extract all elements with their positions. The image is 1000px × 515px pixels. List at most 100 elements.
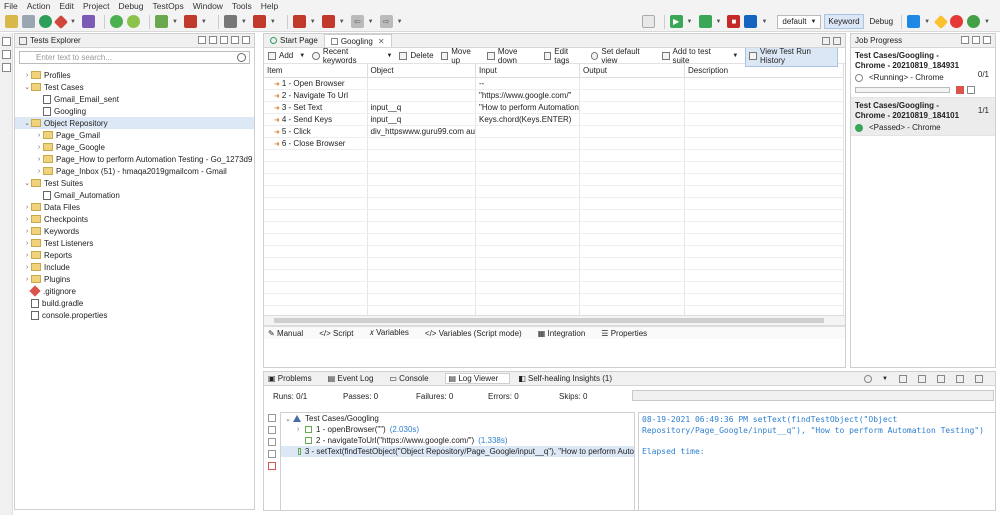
table-cell-description[interactable] — [684, 293, 844, 306]
expand-icon[interactable] — [268, 414, 276, 422]
job-item-running[interactable]: Test Cases/Googling - Chrome - 20210819_… — [851, 48, 995, 98]
table-row[interactable] — [264, 233, 844, 246]
table-cell-item[interactable] — [264, 221, 368, 234]
table-cell-item[interactable] — [264, 149, 368, 162]
tab-log-viewer[interactable]: ▤ Log Viewer — [444, 373, 511, 384]
katalon-logo-icon[interactable] — [39, 15, 52, 28]
keyword-mode-button[interactable]: Keyword — [824, 14, 864, 29]
menu-tools[interactable]: Tools — [232, 1, 252, 11]
pin-icon[interactable] — [937, 375, 945, 383]
table-row[interactable] — [264, 245, 844, 258]
chevron-down-icon[interactable]: ⌄ — [23, 119, 31, 127]
table-cell-input[interactable] — [475, 149, 580, 162]
table-cell-input[interactable] — [475, 209, 580, 222]
tree-item[interactable]: ⌄ Test Suites — [15, 177, 254, 189]
tree-item[interactable]: Gmail_Automation — [15, 189, 254, 201]
log-tree-item[interactable]: ⌄ Test Cases/Googling — [281, 413, 634, 424]
table-cell-object[interactable] — [367, 185, 476, 198]
minimize-icon[interactable] — [956, 375, 964, 383]
panel-icon[interactable] — [2, 63, 11, 72]
search-input[interactable]: Enter text to search... — [19, 51, 250, 64]
table-cell-output[interactable] — [579, 221, 685, 234]
chevron-down-icon[interactable]: ▼ — [397, 19, 403, 25]
chevron-down-icon[interactable]: ▼ — [732, 53, 738, 59]
table-cell-output[interactable] — [579, 185, 685, 198]
horizontal-scrollbar[interactable] — [264, 315, 845, 325]
table-cell-object[interactable] — [367, 221, 476, 234]
collapse-all-icon[interactable] — [198, 36, 206, 44]
chevron-right-icon[interactable]: › — [23, 252, 31, 259]
chevron-down-icon[interactable]: ▼ — [761, 19, 767, 25]
debug-mode-button[interactable]: Debug — [867, 14, 897, 29]
table-cell-output[interactable] — [579, 173, 685, 186]
chevron-down-icon[interactable]: ▼ — [386, 53, 392, 59]
maximize-icon[interactable] — [983, 36, 991, 44]
table-cell-input[interactable] — [475, 185, 580, 198]
run-icon[interactable]: ▶ — [669, 15, 683, 28]
table-cell-description[interactable] — [684, 149, 844, 162]
tree-item[interactable]: › Reports — [15, 249, 254, 261]
table-cell-description[interactable] — [684, 89, 844, 102]
tab-properties[interactable]: ☰ Properties — [601, 329, 655, 338]
table-row[interactable] — [264, 173, 844, 186]
filter-icon[interactable] — [268, 438, 276, 446]
menu-edit[interactable]: Edit — [59, 1, 74, 11]
edit-tags-button[interactable]: Edit tags — [543, 47, 584, 65]
chevron-down-icon[interactable]: ▼ — [299, 53, 305, 59]
chevron-down-icon[interactable]: ▼ — [201, 19, 207, 25]
table-cell-object[interactable] — [367, 269, 476, 282]
chevron-right-icon[interactable]: › — [297, 426, 305, 433]
table-cell-object[interactable] — [367, 209, 476, 222]
tree-item[interactable]: console.properties — [15, 309, 254, 321]
tab-integration[interactable]: ▦ Integration — [538, 329, 594, 338]
table-row[interactable] — [264, 257, 844, 270]
scrollbar-thumb[interactable] — [274, 318, 824, 323]
table-cell-object[interactable]: input__q — [367, 113, 476, 126]
maximize-icon[interactable] — [833, 37, 841, 45]
job-item-passed[interactable]: Test Cases/Googling - Chrome - 20210819_… — [851, 98, 995, 136]
table-cell-description[interactable] — [684, 245, 844, 258]
table-cell-description[interactable] — [684, 197, 844, 210]
table-cell-object[interactable] — [367, 245, 476, 258]
table-cell-description[interactable] — [684, 161, 844, 174]
restore-icon[interactable] — [2, 37, 11, 46]
record-mobile-icon[interactable] — [292, 15, 306, 28]
recent-keywords-button[interactable]: Recent keywords ▼ — [312, 47, 392, 65]
tree-item[interactable]: ⌄ Test Cases — [15, 81, 254, 93]
terminate-icon[interactable] — [641, 15, 655, 28]
column-header-output[interactable]: Output — [579, 64, 685, 78]
table-cell-description[interactable] — [684, 125, 844, 138]
tree-item[interactable]: › Page_How to perform Automation Testing … — [15, 153, 254, 165]
table-cell-item[interactable] — [264, 173, 368, 186]
table-cell-input[interactable] — [475, 245, 580, 258]
table-row[interactable] — [264, 281, 844, 294]
chevron-down-icon[interactable]: ⌄ — [23, 179, 31, 187]
tree-item[interactable]: › Test Listeners — [15, 237, 254, 249]
tree-item[interactable]: › Checkpoints — [15, 213, 254, 225]
collapse-icon[interactable] — [268, 426, 276, 434]
table-cell-output[interactable] — [579, 89, 685, 102]
column-header-description[interactable]: Description — [684, 64, 844, 78]
clear-icon[interactable] — [961, 36, 969, 44]
column-header-input[interactable]: Input — [475, 64, 580, 78]
menu-file[interactable]: File — [4, 1, 18, 11]
table-cell-output[interactable] — [579, 101, 685, 114]
table-cell-object[interactable]: div_httpswww.guru99.com au — [367, 125, 476, 138]
tree-item[interactable]: build.gradle — [15, 297, 254, 309]
lock-icon[interactable] — [918, 375, 926, 383]
chevron-right-icon[interactable]: › — [23, 204, 31, 211]
chevron-down-icon[interactable]: ▼ — [270, 19, 276, 25]
add-button[interactable]: Add ▼ — [268, 51, 305, 60]
table-cell-item[interactable]: ➜ 6 - Close Browser — [264, 137, 368, 150]
tab-self-healing[interactable]: ◧ Self-healing Insights (1) — [518, 374, 620, 383]
plugin-icon[interactable] — [81, 15, 95, 28]
table-cell-object[interactable] — [367, 257, 476, 270]
table-cell-description[interactable] — [684, 281, 844, 294]
panel-icon[interactable] — [2, 50, 11, 59]
tab-script[interactable]: </> Script — [319, 329, 361, 338]
chevron-down-icon[interactable]: ⌄ — [23, 83, 31, 91]
chevron-right-icon[interactable]: › — [23, 72, 31, 79]
stop-job-icon[interactable] — [956, 86, 964, 94]
chevron-down-icon[interactable]: ▼ — [310, 19, 316, 25]
table-cell-input[interactable]: Keys.chord(Keys.ENTER) — [475, 113, 580, 126]
